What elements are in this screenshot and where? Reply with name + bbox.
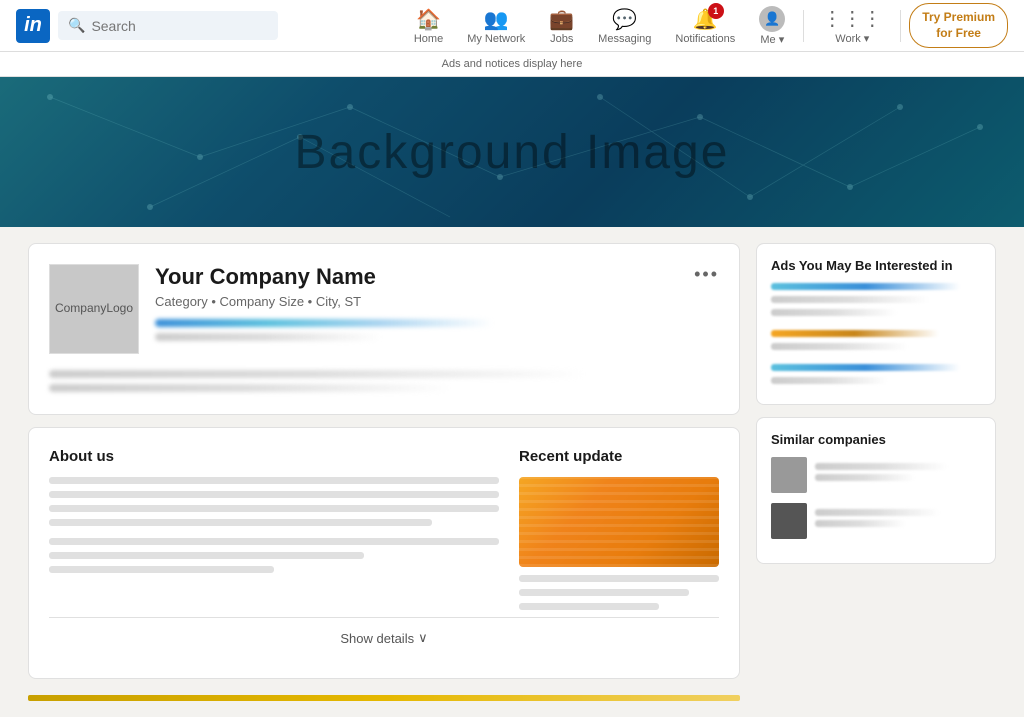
- nav-item-messaging[interactable]: 💬 Messaging: [588, 1, 661, 51]
- more-options-button[interactable]: •••: [694, 264, 719, 285]
- notifications-icon: 🔔 1: [693, 7, 718, 32]
- jobs-icon: 💼: [549, 7, 574, 32]
- similar-company-2[interactable]: [771, 503, 981, 539]
- ad-line-7: [771, 377, 887, 384]
- hero-text: Background Image: [295, 125, 730, 180]
- ad-line-6: [771, 364, 960, 371]
- similar-company-sub-1: [815, 474, 915, 481]
- similar-company-logo-2: [771, 503, 807, 539]
- nav-label-home: Home: [414, 33, 443, 45]
- company-meta: Category • Company Size • City, ST: [155, 294, 719, 309]
- about-line-1: [49, 477, 499, 484]
- company-info: Your Company Name Category • Company Siz…: [155, 264, 719, 354]
- nav-item-network[interactable]: 👥 My Network: [457, 1, 535, 51]
- bottom-bar: [28, 695, 740, 701]
- extra-line-1: [49, 370, 585, 378]
- search-input[interactable]: [91, 18, 268, 34]
- ads-sidebar-card: Ads You May Be Interested in: [756, 243, 996, 405]
- company-card: Company Logo Your Company Name Category …: [28, 243, 740, 415]
- nav-label-network: My Network: [467, 33, 525, 45]
- hero-section: Background Image: [0, 77, 1024, 227]
- premium-button[interactable]: Try Premium for Free: [909, 3, 1008, 48]
- me-avatar: 👤: [759, 6, 785, 32]
- notifications-badge: 1: [708, 3, 724, 19]
- about-line-6: [49, 552, 364, 559]
- search-icon: 🔍: [68, 17, 85, 34]
- similar-company-sub-2: [815, 520, 906, 527]
- similar-company-name-1: [815, 463, 948, 470]
- about-title: About us: [49, 448, 499, 465]
- company-logo: Company Logo: [49, 264, 139, 354]
- extra-line-2: [49, 384, 451, 392]
- nav-label-me: Me ▾: [760, 33, 784, 46]
- ads-sidebar-title: Ads You May Be Interested in: [771, 258, 981, 273]
- about-line-2: [49, 491, 499, 498]
- similar-companies-title: Similar companies: [771, 432, 981, 447]
- ad-line-3: [771, 309, 897, 316]
- similar-company-name-2: [815, 509, 940, 516]
- company-blur-line-1: [155, 319, 493, 327]
- nav-divider: [803, 10, 804, 42]
- ad-line-2: [771, 296, 929, 303]
- about-line-7: [49, 566, 274, 573]
- nav-item-me[interactable]: 👤 Me ▾: [749, 0, 795, 52]
- nav-label-jobs: Jobs: [550, 33, 573, 45]
- ad-line-4: [771, 330, 939, 337]
- company-card-header: Company Logo Your Company Name Category …: [29, 244, 739, 370]
- recent-section: Recent update: [519, 448, 719, 617]
- home-icon: 🏠: [416, 7, 441, 32]
- ad-line-5: [771, 343, 908, 350]
- nav-label-work: Work ▾: [835, 32, 869, 45]
- main-layout: Company Logo Your Company Name Category …: [12, 227, 1012, 717]
- about-recent-card: About us Recent update: [28, 427, 740, 679]
- nav-item-work[interactable]: ⋮⋮⋮ Work ▾: [812, 0, 892, 51]
- similar-companies-card: Similar companies: [756, 417, 996, 564]
- company-extra-lines: [29, 370, 739, 414]
- navbar: in 🔍 🏠 Home 👥 My Network 💼 Jobs 💬 Messag…: [0, 0, 1024, 52]
- recent-line-2: [519, 589, 689, 596]
- avatar: 👤: [759, 6, 785, 32]
- network-icon: 👥: [484, 7, 509, 32]
- about-line-3: [49, 505, 499, 512]
- company-blur-line-2: [155, 333, 381, 341]
- ads-banner: Ads and notices display here: [0, 52, 1024, 77]
- ad-line-1: [771, 283, 960, 290]
- nav-label-notifications: Notifications: [675, 33, 735, 45]
- about-line-5: [49, 538, 499, 545]
- recent-line-3: [519, 603, 659, 610]
- about-section: About us: [49, 448, 499, 617]
- recent-update-image: [519, 477, 719, 567]
- recent-title: Recent update: [519, 448, 719, 465]
- nav-item-jobs[interactable]: 💼 Jobs: [539, 1, 584, 51]
- nav-item-home[interactable]: 🏠 Home: [404, 1, 453, 51]
- nav-label-messaging: Messaging: [598, 33, 651, 45]
- messaging-icon: 💬: [612, 7, 637, 32]
- nav-items: 🏠 Home 👥 My Network 💼 Jobs 💬 Messaging 🔔…: [404, 0, 1008, 52]
- search-bar[interactable]: 🔍: [58, 11, 278, 40]
- about-recent-inner: About us Recent update: [49, 448, 719, 617]
- about-line-4: [49, 519, 432, 526]
- left-column: Company Logo Your Company Name Category …: [28, 243, 740, 701]
- right-column: Ads You May Be Interested in Similar com…: [756, 243, 996, 701]
- nav-divider-2: [900, 10, 901, 42]
- similar-company-logo-1: [771, 457, 807, 493]
- work-icon: ⋮⋮⋮: [822, 6, 882, 31]
- linkedin-logo[interactable]: in: [16, 9, 50, 43]
- nav-item-notifications[interactable]: 🔔 1 Notifications: [665, 1, 745, 51]
- similar-company-1[interactable]: [771, 457, 981, 493]
- company-name: Your Company Name: [155, 264, 719, 290]
- show-details-button[interactable]: Show details ∨: [49, 617, 719, 658]
- recent-line-1: [519, 575, 719, 582]
